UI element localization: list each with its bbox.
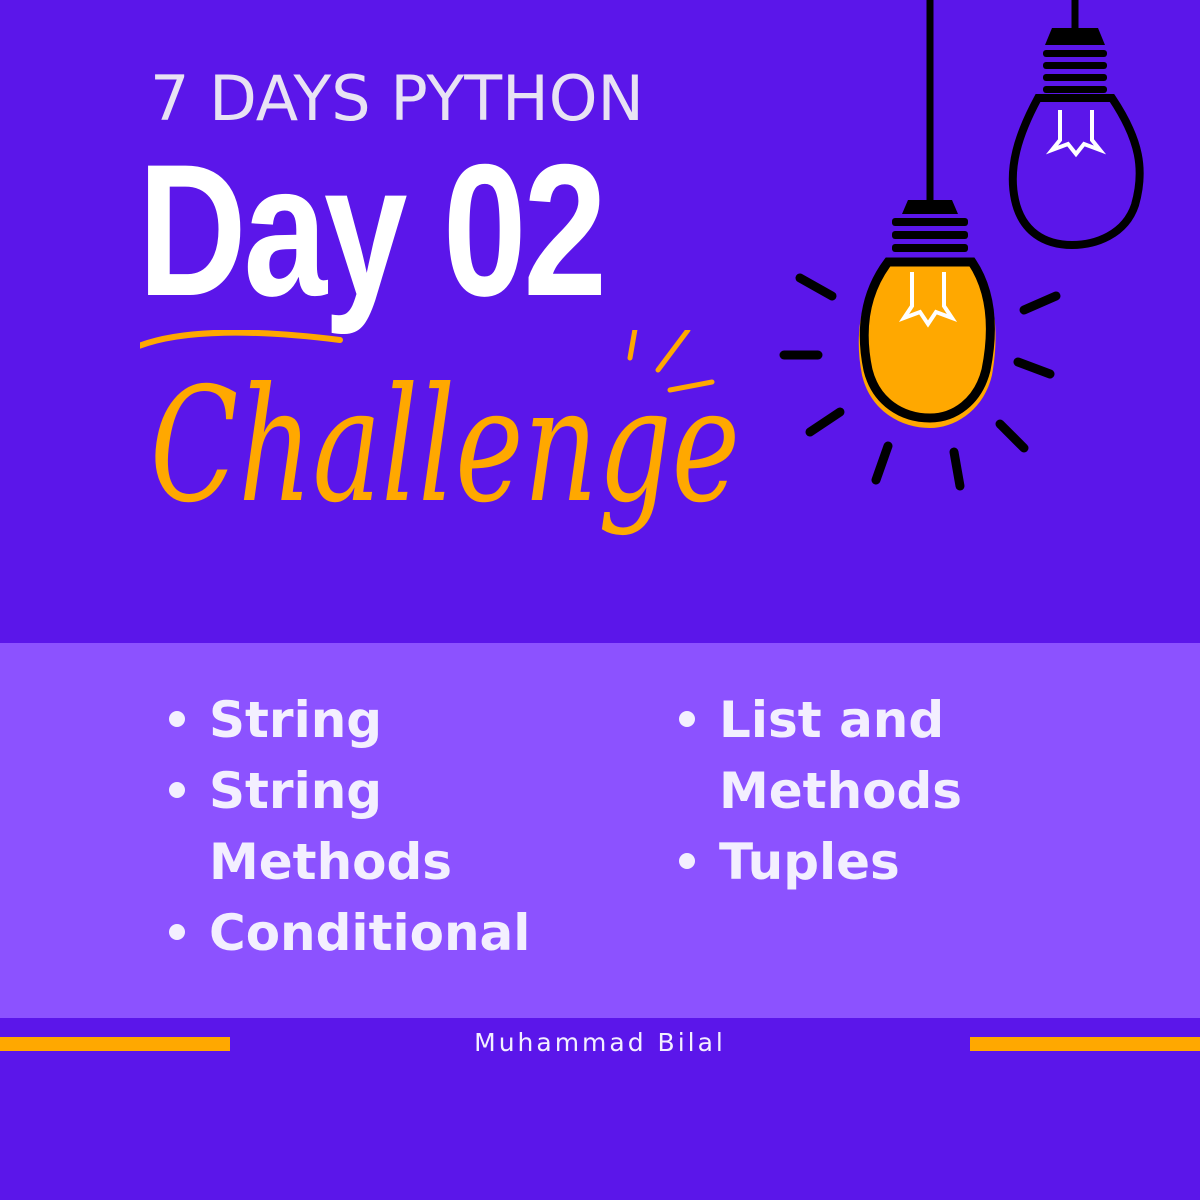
- bullet-icon: [679, 711, 695, 727]
- light-bulb-icon: [1008, 0, 1144, 250]
- challenge-text: Challenge: [150, 354, 740, 538]
- topic-label: String Methods: [209, 762, 453, 891]
- light-bulbs-illustration: [779, 0, 1144, 491]
- topic-label: String: [209, 691, 383, 749]
- bullet-icon: [169, 782, 185, 798]
- bullet-icon: [169, 924, 185, 940]
- challenge-script-word: Challenge: [140, 330, 740, 538]
- topics-panel: String String Methods Conditional List a…: [0, 643, 1200, 1018]
- topics-right-list: List and Methods Tuples: [675, 685, 1095, 898]
- day-title: Day 02: [138, 125, 607, 335]
- light-bulb-lit-icon: [779, 0, 1061, 491]
- topic-label: Conditional: [209, 904, 531, 962]
- list-item: Conditional: [165, 898, 585, 969]
- poster: 7 DAYS PYTHON Day 02 Challenge String St…: [0, 0, 1200, 1200]
- bullet-icon: [679, 853, 695, 869]
- list-item: Tuples: [675, 827, 1095, 898]
- list-item: String: [165, 685, 585, 756]
- author-name: Muhammad Bilal: [474, 1028, 726, 1057]
- topic-label: Tuples: [719, 833, 900, 891]
- topics-left-list: String String Methods Conditional: [165, 685, 585, 969]
- bullet-icon: [169, 711, 185, 727]
- list-item: List and Methods: [675, 685, 1095, 827]
- list-item: String Methods: [165, 756, 585, 898]
- topic-label: List and Methods: [719, 691, 963, 820]
